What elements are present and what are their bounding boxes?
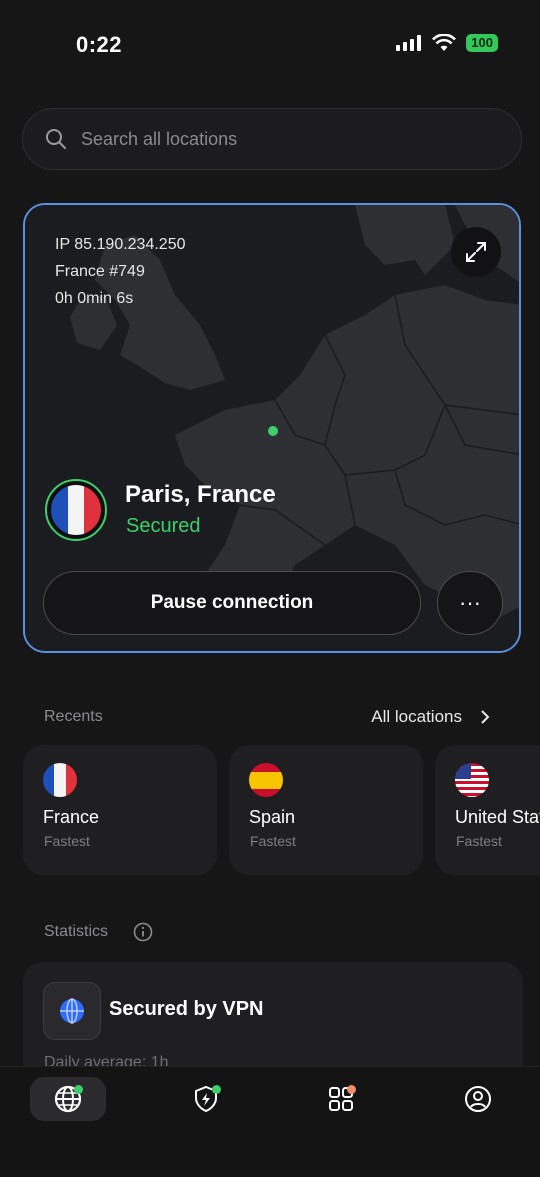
us-flag-icon (455, 763, 489, 797)
recent-item-name: United States (455, 807, 540, 827)
signal-icon (396, 35, 422, 51)
info-icon[interactable] (133, 922, 153, 942)
statistics-label: Statistics (44, 923, 109, 940)
profile-icon (465, 1086, 491, 1112)
recent-item-sub: Fastest (456, 833, 502, 849)
recent-item-sub: Fastest (250, 833, 296, 849)
france-flag-icon (43, 763, 77, 797)
recent-item-france[interactable]: France Fastest (23, 745, 217, 875)
connection-card[interactable]: IP 85.190.234.250 France #749 0h 0min 6s… (23, 203, 521, 653)
spain-flag-icon (249, 763, 283, 797)
tab-apps[interactable] (303, 1077, 379, 1121)
connection-duration: 0h 0min 6s (55, 290, 134, 307)
globe-icon (60, 998, 84, 1024)
battery-indicator: 100 (466, 34, 498, 52)
tab-profile[interactable] (440, 1077, 516, 1121)
connection-info: IP 85.190.234.250 France #749 0h 0min 6s (55, 231, 186, 312)
all-locations-link[interactable]: All locations (371, 707, 490, 727)
recents-heading: Recents (44, 708, 103, 725)
status-bar: 0:22 100 (0, 0, 540, 90)
bottom-tab-bar (0, 1066, 540, 1177)
recent-item-name: France (43, 807, 100, 827)
statistics-heading: Statistics (44, 923, 108, 941)
recent-item-name: Spain (249, 807, 296, 827)
recent-item-spain[interactable]: Spain Fastest (229, 745, 423, 875)
tab-protection[interactable] (168, 1077, 244, 1121)
notification-dot (347, 1085, 356, 1094)
ip-address: IP 85.190.234.250 (55, 236, 186, 253)
search-icon (46, 129, 66, 149)
france-flag-icon (51, 485, 101, 535)
server-name: France #749 (55, 263, 145, 280)
expand-icon (466, 242, 486, 262)
pause-connection-button[interactable]: Pause connection (43, 571, 421, 635)
country-flag-badge (45, 479, 107, 541)
recent-item-sub: Fastest (44, 833, 90, 849)
more-options-button[interactable]: ··· (437, 571, 503, 635)
connection-status: Secured (126, 515, 201, 537)
recent-item-united-states[interactable]: United States Fastest (435, 745, 540, 875)
ellipsis-icon: ··· (459, 590, 481, 615)
tab-home[interactable] (30, 1077, 106, 1121)
expand-map-button[interactable] (451, 227, 501, 277)
search-input[interactable] (79, 127, 483, 151)
stats-card-title: Secured by VPN (109, 998, 264, 1020)
chevron-right-icon (481, 710, 490, 724)
search-bar[interactable] (22, 108, 522, 170)
status-time: 0:22 (76, 32, 123, 57)
notification-dot (212, 1085, 221, 1094)
connected-location: Paris, France (125, 481, 276, 508)
all-locations-label: All locations (371, 707, 462, 726)
status-icons: 100 (396, 34, 498, 52)
wifi-icon (432, 34, 457, 51)
active-dot (74, 1085, 83, 1094)
vpn-globe-badge (43, 982, 101, 1040)
